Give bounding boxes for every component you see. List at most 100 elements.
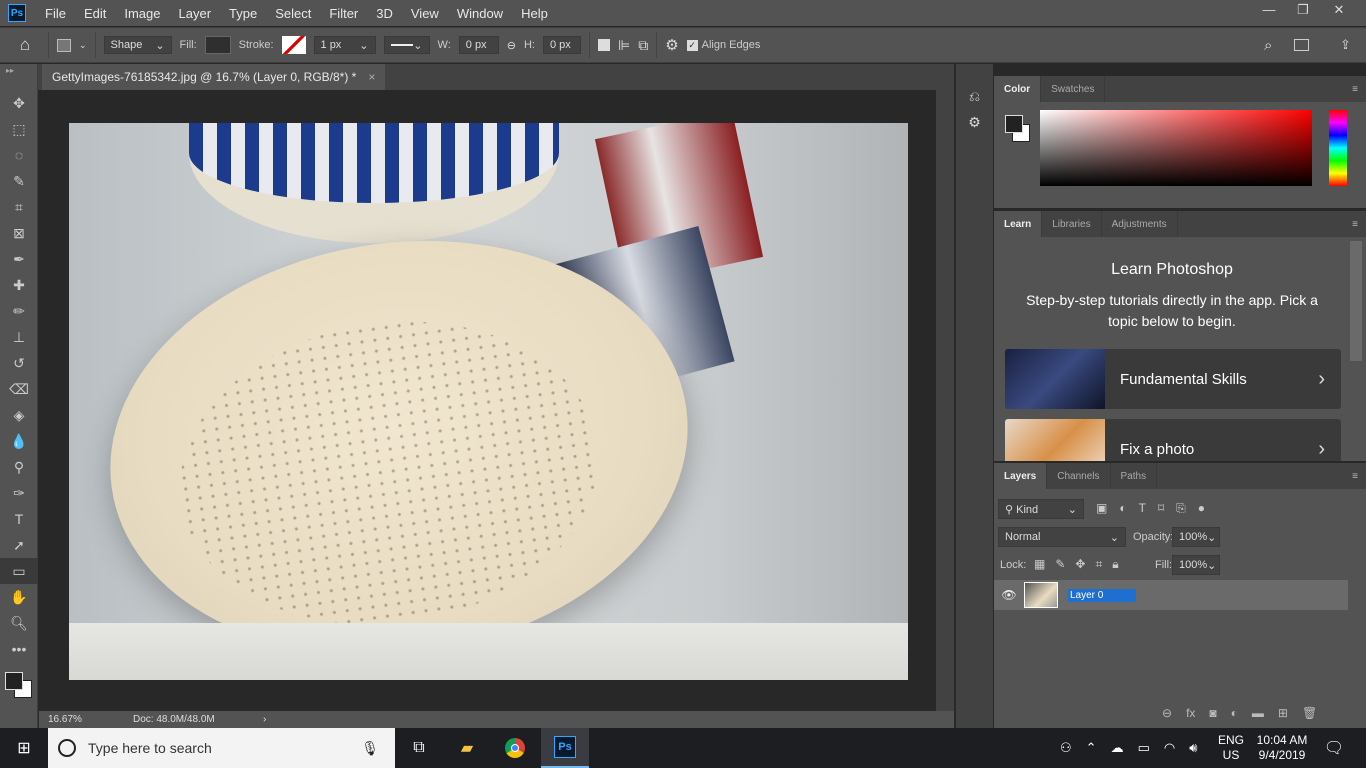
foreground-background-colors[interactable] (0, 662, 37, 702)
tab-adjustments[interactable]: Adjustments (1102, 211, 1178, 237)
menu-filter[interactable]: Filter (320, 6, 367, 21)
zoom-level[interactable]: 16.67% (39, 714, 133, 725)
lock-position-icon[interactable]: ✥ (1075, 557, 1085, 572)
properties-panel-icon[interactable]: ⚙ (956, 114, 993, 140)
eraser-tool-icon[interactable]: ⌫ (0, 376, 38, 402)
fx-icon[interactable]: fx (1186, 706, 1195, 720)
lock-transparent-icon[interactable]: ▦ (1034, 557, 1045, 572)
stroke-type-dropdown[interactable]: ⌄ (383, 36, 430, 54)
language-indicator[interactable]: ENG US (1218, 733, 1244, 763)
blend-mode-dropdown[interactable]: Normal ⌄ (998, 527, 1126, 547)
tab-learn[interactable]: Learn (994, 211, 1043, 237)
lock-all-icon[interactable]: 🔒︎ (1112, 557, 1118, 572)
antivirus-icon[interactable]: ☁ (1111, 740, 1124, 756)
filter-type-icon[interactable]: T (1139, 501, 1146, 516)
close-tab-icon[interactable]: × (368, 70, 375, 84)
chrome-icon[interactable] (491, 728, 539, 768)
new-group-icon[interactable]: ▬ (1252, 706, 1264, 720)
dodge-tool-icon[interactable]: ⚲ (0, 454, 38, 480)
windows-start-icon[interactable]: ⊞ (0, 728, 48, 768)
learn-scrollbar[interactable] (1350, 241, 1362, 361)
blur-tool-icon[interactable]: 💧 (0, 428, 38, 454)
tab-paths[interactable]: Paths (1111, 463, 1158, 489)
tab-color[interactable]: Color (994, 76, 1042, 102)
color-field[interactable] (1040, 110, 1312, 186)
rectangle-tool-preset-icon[interactable] (57, 38, 71, 52)
layer-row[interactable]: 👁︎ Layer 0 (994, 580, 1348, 610)
brush-tool-icon[interactable]: ✏ (0, 298, 38, 324)
clock[interactable]: 10:04 AM 9/4/2019 (1252, 733, 1312, 763)
rectangle-tool-icon[interactable]: ▭ (0, 558, 38, 584)
filter-smart-object-icon[interactable]: ⎘ (1176, 501, 1186, 516)
marquee-tool-icon[interactable]: ⬚ (0, 116, 38, 142)
restore-button[interactable]: ❐ (1286, 0, 1320, 22)
move-tool-icon[interactable]: ✥ (0, 90, 38, 116)
crop-tool-icon[interactable]: ⌗ (0, 194, 38, 220)
eyedropper-tool-icon[interactable]: ✒ (0, 246, 38, 272)
zoom-tool-icon[interactable]: 🔍︎ (0, 610, 38, 636)
panel-menu-icon[interactable]: ≡ (1352, 76, 1366, 102)
menu-image[interactable]: Image (115, 6, 169, 21)
wifi-icon[interactable]: ◠ (1164, 740, 1175, 756)
photoshop-taskbar-icon[interactable]: Ps (541, 728, 589, 768)
microphone-icon[interactable]: 🎙︎ (361, 740, 379, 757)
path-alignment-icon[interactable]: ⊫ (618, 37, 630, 54)
path-operations-icon[interactable] (597, 39, 610, 51)
stroke-swatch[interactable] (281, 36, 306, 54)
menu-view[interactable]: View (402, 6, 448, 21)
type-tool-icon[interactable]: T (0, 506, 38, 532)
vertical-scrollbar[interactable] (936, 90, 954, 711)
document-canvas-image[interactable] (69, 123, 908, 680)
add-mask-icon[interactable]: ◙ (1209, 706, 1216, 720)
volume-icon[interactable]: 🔊︎ (1189, 740, 1197, 756)
layer-name[interactable]: Layer 0 (1068, 588, 1136, 602)
menu-window[interactable]: Window (448, 6, 512, 21)
lock-image-icon[interactable]: ✎ (1055, 557, 1065, 572)
file-explorer-icon[interactable]: ▰ (443, 728, 491, 768)
more-tools-icon[interactable]: ••• (0, 636, 38, 662)
opacity-field[interactable]: 100% ⌄ (1172, 527, 1220, 547)
minimize-button[interactable]: — (1252, 0, 1286, 22)
taskbar-search-box[interactable]: Type here to search 🎙︎ (48, 728, 395, 768)
height-field[interactable]: 0 px (542, 36, 581, 54)
menu-3d[interactable]: 3D (367, 6, 402, 21)
tab-layers[interactable]: Layers (994, 463, 1048, 489)
tab-swatches[interactable]: Swatches (1041, 76, 1106, 102)
share-icon[interactable]: ⇪ (1340, 37, 1351, 53)
fill-swatch[interactable] (204, 36, 231, 54)
quick-select-tool-icon[interactable]: ✎ (0, 168, 38, 194)
filter-toggle[interactable]: ● (1198, 501, 1205, 516)
filter-pixel-icon[interactable]: ▣ (1096, 501, 1107, 516)
home-icon[interactable]: ⌂ (10, 35, 40, 55)
menu-select[interactable]: Select (266, 6, 320, 21)
history-panel-icon[interactable]: ⎌ (956, 88, 993, 114)
panel-menu-icon[interactable]: ≡ (1352, 463, 1366, 489)
menu-help[interactable]: Help (512, 6, 557, 21)
notifications-icon[interactable]: 🗨︎ (1310, 728, 1358, 768)
show-hidden-icons[interactable]: ⌃ (1086, 740, 1097, 756)
battery-icon[interactable]: ▭ (1138, 740, 1150, 756)
stroke-width-field[interactable]: 1 px ⌄ (313, 36, 376, 54)
link-icon[interactable]: ⊖ (507, 39, 516, 52)
menu-edit[interactable]: Edit (75, 6, 115, 21)
trash-icon[interactable]: 🗑︎ (1302, 706, 1317, 720)
eye-icon[interactable]: 👁︎ (994, 588, 1024, 602)
link-layers-icon[interactable]: ⊖ (1162, 706, 1172, 720)
close-button[interactable]: ✕ (1322, 0, 1356, 22)
lasso-tool-icon[interactable]: ◌ (0, 142, 38, 168)
tool-mode-dropdown[interactable]: Shape ⌄ (103, 36, 172, 54)
menu-file[interactable]: File (36, 6, 75, 21)
foreground-color-swatch[interactable] (1005, 115, 1023, 133)
menu-layer[interactable]: Layer (170, 6, 221, 21)
status-menu-arrow[interactable]: › (263, 714, 266, 725)
filter-adjustment-icon[interactable]: ◐ (1119, 501, 1126, 516)
tab-libraries[interactable]: Libraries (1042, 211, 1102, 237)
path-arrangement-icon[interactable]: ⧉ (638, 37, 648, 54)
adjustment-layer-icon[interactable]: ◐ (1231, 706, 1238, 720)
menu-type[interactable]: Type (220, 6, 266, 21)
tutorial-card-fix-a-photo[interactable]: Fix a photo › (1005, 419, 1341, 461)
tab-channels[interactable]: Channels (1047, 463, 1111, 489)
healing-brush-tool-icon[interactable]: ✚ (0, 272, 38, 298)
path-selection-tool-icon[interactable]: ➚ (0, 532, 38, 558)
paint-bucket-tool-icon[interactable]: ◈ (0, 402, 38, 428)
